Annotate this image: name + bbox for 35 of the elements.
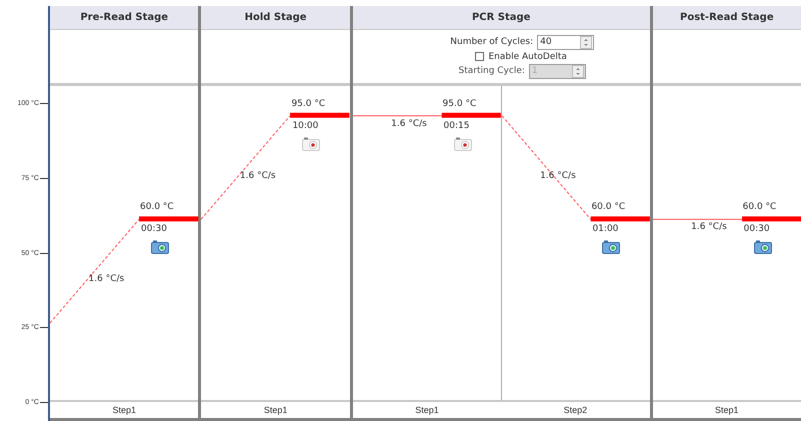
stage-header: Hold Stage (201, 6, 350, 30)
spinner-arrows-icon[interactable] (572, 64, 584, 78)
hold-time[interactable]: 10:00 (292, 120, 318, 131)
step-label: Step2 (562, 404, 588, 417)
temperature[interactable]: 60.0 °C (742, 202, 776, 212)
stage-header: Pre-Read Stage (50, 6, 198, 30)
temperature[interactable]: 60.0 °C (140, 202, 174, 212)
camera-icon[interactable] (151, 240, 170, 254)
checkbox[interactable] (475, 52, 484, 61)
camera-icon[interactable] (302, 136, 320, 151)
temperature[interactable]: 60.0 °C (591, 202, 626, 212)
ramp-rate[interactable]: 1.6 °C/s (540, 170, 576, 181)
ramp-rate[interactable]: 1.6 °C/s (88, 274, 124, 284)
hold-time[interactable]: 00:30 (141, 224, 167, 234)
ramp-rate[interactable]: 1.6 °C/s (691, 222, 727, 232)
step-label: Step1 (262, 404, 288, 417)
camera-icon[interactable] (754, 240, 772, 254)
ramp-rate[interactable]: 1.6 °C/s (391, 118, 427, 129)
step-label: Step1 (111, 404, 137, 417)
hold-time[interactable]: 01:00 (592, 224, 618, 234)
step-label: Step1 (714, 404, 740, 417)
field-label: Starting Cycle: (458, 66, 525, 76)
hold-time[interactable]: 00:15 (444, 120, 470, 131)
field-label: Number of Cycles: (450, 37, 534, 47)
ramp-rate[interactable]: 1.6 °C/s (240, 170, 276, 181)
stage-header: Post-Read Stage (652, 6, 801, 30)
hold-time[interactable]: 00:30 (744, 224, 770, 234)
stage-header: PCR Stage (352, 6, 650, 30)
temperature[interactable]: 95.0 °C (291, 98, 326, 109)
camera-icon[interactable] (602, 240, 620, 254)
temperature[interactable]: 95.0 °C (442, 98, 476, 109)
camera-icon[interactable] (454, 136, 472, 151)
step-label: Step1 (414, 404, 440, 417)
spinner-arrows-icon[interactable] (580, 36, 592, 48)
checkbox-label: Enable AutoDelta (488, 52, 567, 62)
